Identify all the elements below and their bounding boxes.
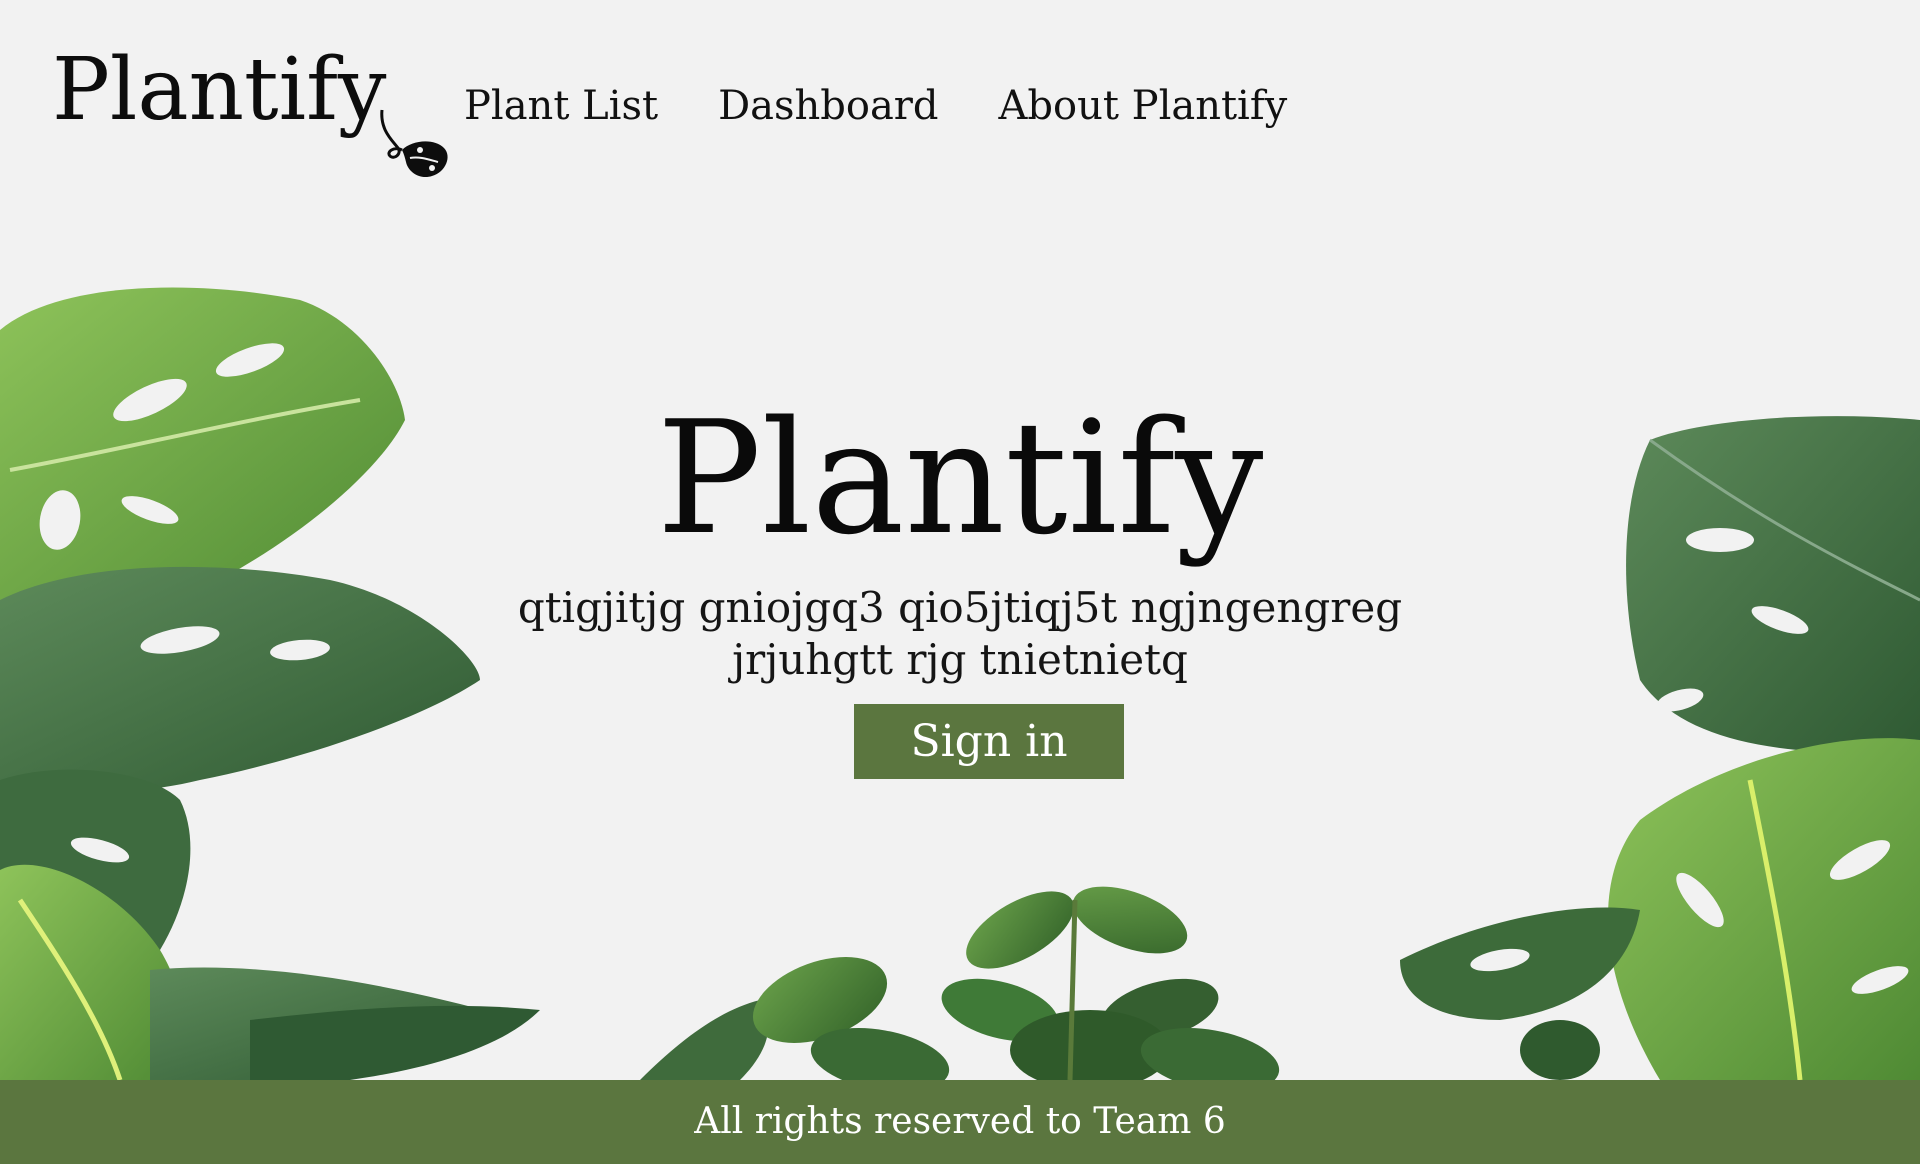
hero-title: Plantify bbox=[656, 387, 1264, 569]
fiddle-leaf-plant-bottom bbox=[640, 886, 1280, 1080]
hero-subtitle-line-2: jrjuhgtt rjg tnietnietq bbox=[732, 635, 1188, 684]
logo-text: Plantify bbox=[52, 40, 387, 140]
site-header: Plantify Plant List Dashboard About Plan… bbox=[0, 0, 1920, 180]
sign-in-button[interactable]: Sign in bbox=[854, 704, 1124, 779]
hero-subtitle-line-1: qtigjitjg gniojgq3 qio5jtiqj5t ngjngengr… bbox=[517, 583, 1403, 632]
site-footer: All rights reserved to Team 6 bbox=[0, 1080, 1920, 1164]
monstera-leaf-right-bottom bbox=[1400, 738, 1920, 1080]
footer-copyright-text: All rights reserved to Team 6 bbox=[694, 1101, 1226, 1142]
monstera-leaf-left-bottom bbox=[0, 864, 540, 1080]
main-nav: Plant List Dashboard About Plantify bbox=[464, 78, 1287, 134]
nav-plant-list[interactable]: Plant List bbox=[464, 78, 658, 134]
site-logo[interactable]: Plantify bbox=[52, 40, 448, 178]
hero-subtitle: qtigjitjg gniojgq3 qio5jtiqj5t ngjngengr… bbox=[0, 582, 1920, 686]
nav-dashboard[interactable]: Dashboard bbox=[718, 78, 938, 134]
nav-about-plantify[interactable]: About Plantify bbox=[999, 78, 1288, 134]
